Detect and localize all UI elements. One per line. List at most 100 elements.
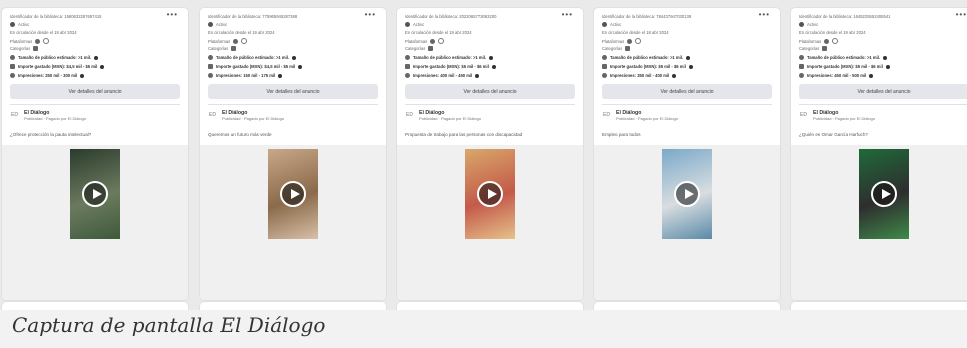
more-options-icon[interactable]: ••• [759,11,770,19]
facebook-icon [430,38,436,44]
advertiser-header[interactable]: ED El Diálogo Publicidad · Pagado por El… [799,110,875,121]
ad-text: Propuesta de trabajo para las personas c… [405,132,523,137]
ad-text: ¿Ofrece protección la pauta intelectual? [10,132,92,137]
advertiser-header[interactable]: ED El Diálogo Publicidad · Pagado por El… [602,110,678,121]
play-icon[interactable] [280,181,306,207]
instagram-icon [241,38,248,44]
ad-text: ¿Quién es Omar García Harfuch? [799,132,868,137]
facebook-icon [824,38,830,44]
info-icon[interactable] [94,55,99,60]
money-icon [602,64,607,69]
info-icon[interactable] [292,55,297,60]
play-icon[interactable] [82,181,108,207]
divider [208,104,378,105]
people-icon [10,55,15,60]
ad-video-thumbnail[interactable] [859,149,909,239]
image-caption: Captura de pantalla El Diálogo [12,313,326,337]
see-ad-details-button[interactable]: Ver detalles del anuncio [208,84,378,99]
money-icon [405,64,410,69]
info-icon[interactable] [885,64,890,69]
advertiser-avatar[interactable]: ED [405,111,414,120]
see-ad-details-button[interactable]: Ver detalles del anuncio [799,84,967,99]
more-options-icon[interactable]: ••• [365,11,376,19]
divider [799,104,967,105]
advertiser-avatar[interactable]: ED [602,111,611,120]
info-icon[interactable] [475,73,480,78]
play-icon[interactable] [674,181,700,207]
info-icon[interactable] [278,73,283,78]
platforms: Plataformas [602,38,772,44]
info-icon[interactable] [80,73,85,78]
facebook-icon [35,38,41,44]
megaphone-icon [428,46,434,51]
categories: Categorías [10,46,180,51]
more-options-icon[interactable]: ••• [956,11,967,19]
info-icon[interactable] [883,55,888,60]
categories: Categorías [405,46,575,51]
divider [405,104,575,105]
advertiser-avatar[interactable]: ED [799,111,808,120]
ad-video-thumbnail[interactable] [70,149,120,239]
info-icon[interactable] [298,64,303,69]
next-ad-card [397,302,583,310]
advertiser-header[interactable]: ED El Diálogo Publicidad · Pagado por El… [405,110,481,121]
ad-video-thumbnail[interactable] [268,149,318,239]
eye-icon [799,73,804,78]
sponsored-label: Publicidad · Pagado por El Diálogo [419,116,482,121]
see-ad-details-button[interactable]: Ver detalles del anuncio [602,84,772,99]
advertiser-avatar[interactable]: ED [208,111,217,120]
facebook-icon [233,38,239,44]
info-icon[interactable] [100,64,105,69]
facebook-icon [627,38,633,44]
info-icon[interactable] [489,55,494,60]
eye-icon [10,73,15,78]
ad-card: Identificador de la biblioteca: 16482255… [791,8,967,300]
audience-size: Tamaño de público estimado: >1 mil. [208,55,378,60]
platforms: Plataformas [208,38,378,44]
ad-video-thumbnail[interactable] [662,149,712,239]
next-ad-card [2,302,188,310]
next-ad-card [594,302,780,310]
platforms: Plataformas [405,38,575,44]
sponsored-label: Publicidad · Pagado por El Diálogo [616,116,679,121]
info-icon[interactable] [686,55,691,60]
play-icon[interactable] [871,181,897,207]
instagram-icon [43,38,50,44]
instagram-icon [438,38,445,44]
status-icon [10,22,15,27]
categories: Categorías [799,46,967,51]
megaphone-icon [33,46,39,51]
eye-icon [208,73,213,78]
money-icon [10,64,15,69]
ad-video-thumbnail[interactable] [465,149,515,239]
info-icon[interactable] [688,64,693,69]
see-ad-details-button[interactable]: Ver detalles del anuncio [405,84,575,99]
sponsored-label: Publicidad · Pagado por El Diálogo [24,116,87,121]
more-options-icon[interactable]: ••• [167,11,178,19]
status: Activo [10,22,180,27]
running-since: En circulación desde el 19 abr 2024 [799,30,866,35]
status: Activo [602,22,772,27]
status: Activo [799,22,967,27]
categories: Categorías [208,46,378,51]
see-ad-details-button[interactable]: Ver detalles del anuncio [10,84,180,99]
info-icon[interactable] [491,64,496,69]
info-icon[interactable] [672,73,677,78]
people-icon [405,55,410,60]
categories: Categorías [602,46,772,51]
more-options-icon[interactable]: ••• [562,11,573,19]
info-icon[interactable] [869,73,874,78]
ad-card: Identificador de la biblioteca: 20220657… [397,8,583,300]
sponsored-label: Publicidad · Pagado por El Diálogo [222,116,285,121]
advertiser-header[interactable]: ED El Diálogo Publicidad · Pagado por El… [10,110,86,121]
advertiser-header[interactable]: ED El Diálogo Publicidad · Pagado por El… [208,110,284,121]
play-icon[interactable] [477,181,503,207]
amount-spent: Importe gastado (MXN): $5 mil - $6 mil [405,64,575,69]
status-icon [405,22,410,27]
impressions: Impresiones: 350 mil - 400 mil [602,73,772,78]
ad-text: Empleo para todos [602,132,641,137]
next-ad-card [200,302,386,310]
advertiser-avatar[interactable]: ED [10,111,19,120]
status-icon [208,22,213,27]
status-icon [799,22,804,27]
